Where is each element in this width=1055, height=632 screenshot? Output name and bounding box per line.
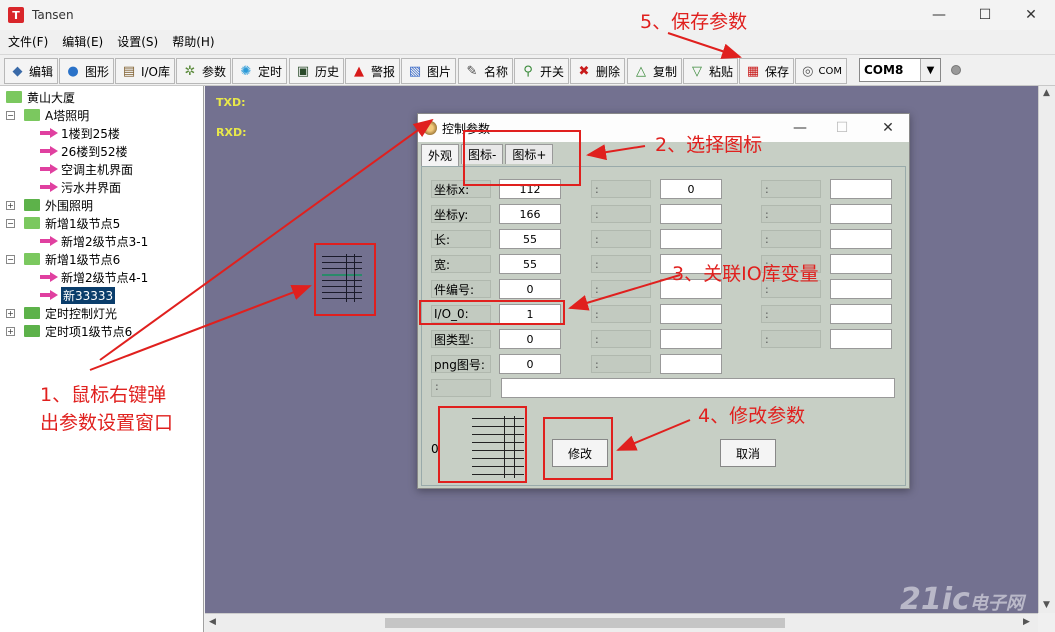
- annotation-step3: 3、关联IO库变量: [672, 263, 819, 285]
- annotation-step1-line2: 出参数设置窗口: [40, 412, 174, 434]
- annotation-step2: 2、选择图标: [655, 134, 763, 156]
- annotation-step4: 4、修改参数: [698, 405, 806, 427]
- annotation-step1-line1: 1、鼠标右键弹: [40, 384, 167, 406]
- annotation-step5: 5、保存参数: [640, 11, 748, 33]
- annotation-arrows: [89, 32, 742, 451]
- watermark: 21ic电子网: [900, 582, 1024, 617]
